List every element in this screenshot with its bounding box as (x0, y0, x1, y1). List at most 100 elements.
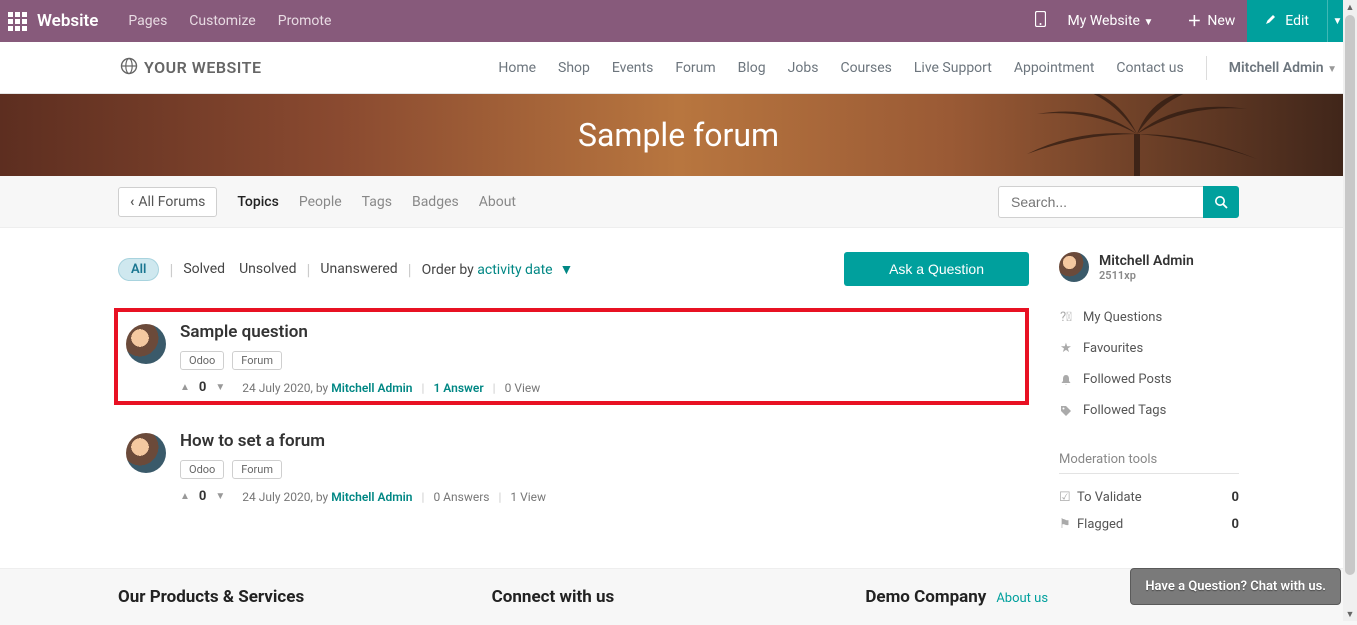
topmenu-promote[interactable]: Promote (278, 13, 332, 29)
star-icon: ★ (1059, 341, 1073, 356)
footer-heading-1: Our Products & Services (118, 587, 492, 607)
forum-post: How to set a forum Odoo Forum ▲ 0 ▼ 24 J… (118, 423, 1029, 512)
topmenu-customize[interactable]: Customize (189, 13, 255, 29)
tab-topics[interactable]: Topics (237, 194, 278, 210)
post-answers[interactable]: 1 Answer (433, 381, 483, 395)
nav-divider (1206, 56, 1207, 80)
tab-people[interactable]: People (299, 194, 342, 210)
post-views: 0 View (505, 381, 541, 395)
post-author[interactable]: Mitchell Admin (331, 381, 412, 395)
bell-icon (1059, 374, 1073, 386)
sidebar-my-questions[interactable]: ?⃝My Questions (1059, 302, 1239, 333)
apps-icon[interactable] (8, 12, 27, 31)
order-by-dropdown[interactable]: activity date ▼ (477, 262, 573, 278)
site-logo[interactable]: YOUR WEBSITE (120, 57, 262, 79)
forum-title: Sample forum (578, 116, 779, 154)
vote-count: 0 (199, 380, 206, 395)
search-input[interactable] (998, 186, 1203, 218)
post-author[interactable]: Mitchell Admin (331, 490, 412, 504)
moderation-title: Moderation tools (1059, 452, 1239, 474)
nav-forum[interactable]: Forum (675, 60, 715, 76)
post-views: 1 View (510, 490, 546, 504)
nav-courses[interactable]: Courses (840, 60, 891, 76)
question-icon: ?⃝ (1059, 310, 1073, 325)
sidebar-user-xp: 2511xp (1099, 269, 1194, 282)
sidebar-followed-posts[interactable]: Followed Posts (1059, 364, 1239, 395)
new-button[interactable]: ＋New (1175, 0, 1247, 42)
mod-count: 0 (1232, 490, 1239, 505)
app-topbar: Website Pages Customize Promote My Websi… (0, 0, 1357, 42)
search-button[interactable] (1203, 186, 1239, 218)
nav-blog[interactable]: Blog (738, 60, 766, 76)
footer-heading-3: Demo Company (865, 587, 986, 607)
app-brand[interactable]: Website (37, 11, 98, 31)
mod-flagged[interactable]: ⚑ Flagged 0 (1059, 511, 1239, 538)
palm-silhouette (997, 94, 1277, 176)
sidebar-followed-tags[interactable]: Followed Tags (1059, 395, 1239, 426)
nav-home[interactable]: Home (498, 60, 536, 76)
ask-question-button[interactable]: Ask a Question (844, 252, 1029, 286)
avatar (1059, 252, 1089, 282)
search-icon (1214, 195, 1228, 209)
all-forums-button[interactable]: ‹All Forums (118, 187, 217, 217)
filter-all[interactable]: All (118, 258, 159, 281)
chevron-left-icon: ‹ (130, 194, 134, 210)
search-group (998, 186, 1239, 218)
vote-up-icon[interactable]: ▲ (180, 491, 190, 502)
nav-appointment[interactable]: Appointment (1014, 60, 1095, 76)
nav-contact[interactable]: Contact us (1116, 60, 1183, 76)
filter-solved[interactable]: Solved (183, 261, 225, 277)
post-tag[interactable]: Forum (232, 351, 282, 370)
nav-shop[interactable]: Shop (558, 60, 590, 76)
site-navbar: YOUR WEBSITE Home Shop Events Forum Blog… (0, 42, 1357, 94)
mod-to-validate[interactable]: ☑ To Validate 0 (1059, 484, 1239, 511)
filter-unsolved[interactable]: Unsolved (239, 261, 296, 277)
mobile-icon[interactable] (1035, 11, 1046, 31)
mod-count: 0 (1232, 517, 1239, 532)
nav-user-dropdown[interactable]: Mitchell Admin ▼ (1229, 60, 1337, 76)
forum-post: Sample question Odoo Forum ▲ 0 ▼ 24 July… (114, 308, 1029, 405)
globe-icon (120, 57, 138, 79)
post-tag[interactable]: Odoo (180, 460, 224, 479)
post-title[interactable]: How to set a forum (180, 431, 546, 451)
scrollbar-up-icon[interactable]: ▲ (1343, 0, 1357, 14)
avatar[interactable] (126, 433, 166, 473)
scrollbar-thumb[interactable] (1345, 15, 1355, 575)
my-website-dropdown[interactable]: My Website ▼ (1068, 13, 1154, 29)
edit-button[interactable]: Edit (1247, 0, 1327, 42)
tab-badges[interactable]: Badges (412, 194, 459, 210)
post-answers[interactable]: 0 Answers (433, 490, 489, 504)
topmenu-pages[interactable]: Pages (128, 13, 167, 29)
tag-icon (1059, 405, 1073, 417)
vote-down-icon[interactable]: ▼ (215, 382, 225, 393)
vote-down-icon[interactable]: ▼ (215, 491, 225, 502)
flag-icon: ⚑ (1059, 517, 1077, 532)
forum-tabs: ‹All Forums Topics People Tags Badges Ab… (0, 176, 1357, 228)
sidebar-user-name: Mitchell Admin (1099, 253, 1194, 269)
footer-heading-2: Connect with us (492, 587, 866, 607)
post-date: 24 July 2020 (242, 381, 310, 395)
order-by: Order by activity date ▼ (422, 261, 574, 278)
filter-unanswered[interactable]: Unanswered (320, 261, 397, 277)
vote-up-icon[interactable]: ▲ (180, 382, 190, 393)
chat-widget[interactable]: Have a Question? Chat with us. (1130, 568, 1341, 605)
forum-hero: Sample forum (0, 94, 1357, 176)
post-tag[interactable]: Forum (232, 460, 282, 479)
tab-tags[interactable]: Tags (362, 194, 392, 210)
sidebar-favourites[interactable]: ★Favourites (1059, 333, 1239, 364)
avatar[interactable] (126, 324, 166, 364)
pencil-icon (1265, 13, 1277, 29)
about-us-link[interactable]: About us (996, 591, 1048, 606)
filter-row: All | Solved Unsolved | Unanswered | Ord… (118, 252, 1029, 286)
nav-jobs[interactable]: Jobs (788, 60, 819, 76)
vote-count: 0 (199, 489, 206, 504)
post-title[interactable]: Sample question (180, 322, 540, 342)
post-date: 24 July 2020 (242, 490, 310, 504)
nav-events[interactable]: Events (612, 60, 653, 76)
scrollbar-down-icon[interactable]: ▼ (1343, 607, 1357, 621)
nav-livesupport[interactable]: Live Support (914, 60, 992, 76)
post-tag[interactable]: Odoo (180, 351, 224, 370)
scrollbar[interactable]: ▲ ▼ (1343, 0, 1357, 621)
tab-about[interactable]: About (479, 194, 516, 210)
sidebar-user[interactable]: Mitchell Admin 2511xp (1059, 252, 1239, 282)
